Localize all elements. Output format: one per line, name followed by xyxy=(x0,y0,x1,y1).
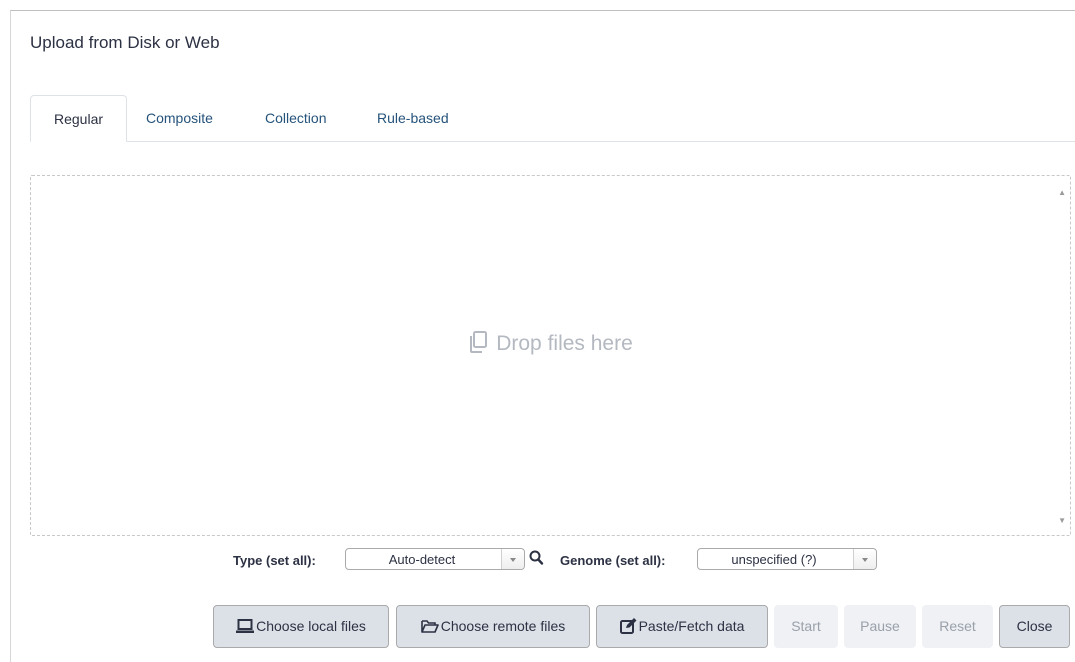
settings-row: Type (set all): Auto-detect Genome (set … xyxy=(11,548,1075,572)
genome-select-value: unspecified (?) xyxy=(731,552,817,567)
choose-local-files-button[interactable]: Choose local files xyxy=(213,605,389,648)
choose-remote-files-label: Choose remote files xyxy=(440,618,566,634)
folder-open-icon xyxy=(420,620,439,633)
chevron-down-icon[interactable] xyxy=(853,549,876,569)
chevron-down-icon[interactable] xyxy=(501,549,524,569)
tab-rule-based[interactable]: Rule-based xyxy=(361,95,465,142)
footer-buttons: Choose local files Choose remote files P… xyxy=(11,605,1075,648)
search-icon[interactable] xyxy=(529,550,544,566)
tab-composite[interactable]: Composite xyxy=(130,95,229,142)
upload-dialog: Upload from Disk or Web Regular Composit… xyxy=(10,10,1075,662)
genome-label: Genome (set all): xyxy=(560,553,666,568)
scroll-up-arrow[interactable]: ▲ xyxy=(1058,188,1066,197)
type-select[interactable]: Auto-detect xyxy=(345,548,525,570)
drop-message: Drop files here xyxy=(31,331,1070,356)
reset-button[interactable]: Reset xyxy=(922,605,993,648)
drop-zone[interactable]: ▲ Drop files here ▼ xyxy=(30,175,1071,536)
drop-message-text: Drop files here xyxy=(496,332,633,355)
tab-collection[interactable]: Collection xyxy=(249,95,342,142)
choose-remote-files-button[interactable]: Choose remote files xyxy=(396,605,590,648)
pause-button[interactable]: Pause xyxy=(844,605,916,648)
start-button[interactable]: Start xyxy=(774,605,838,648)
copy-icon xyxy=(470,331,488,353)
laptop-icon xyxy=(236,619,255,633)
paste-fetch-data-button[interactable]: Paste/Fetch data xyxy=(596,605,768,648)
type-select-value: Auto-detect xyxy=(388,552,456,567)
type-label: Type (set all): xyxy=(233,553,316,568)
close-button[interactable]: Close xyxy=(999,605,1070,648)
choose-local-files-label: Choose local files xyxy=(256,618,366,634)
dialog-title: Upload from Disk or Web xyxy=(30,33,220,52)
paste-fetch-data-label: Paste/Fetch data xyxy=(638,618,745,634)
tab-regular[interactable]: Regular xyxy=(30,95,127,142)
upload-tabs: Regular Composite Collection Rule-based xyxy=(30,95,1075,142)
scroll-down-arrow[interactable]: ▼ xyxy=(1058,516,1066,525)
genome-select[interactable]: unspecified (?) xyxy=(697,548,877,570)
edit-icon xyxy=(619,618,637,634)
